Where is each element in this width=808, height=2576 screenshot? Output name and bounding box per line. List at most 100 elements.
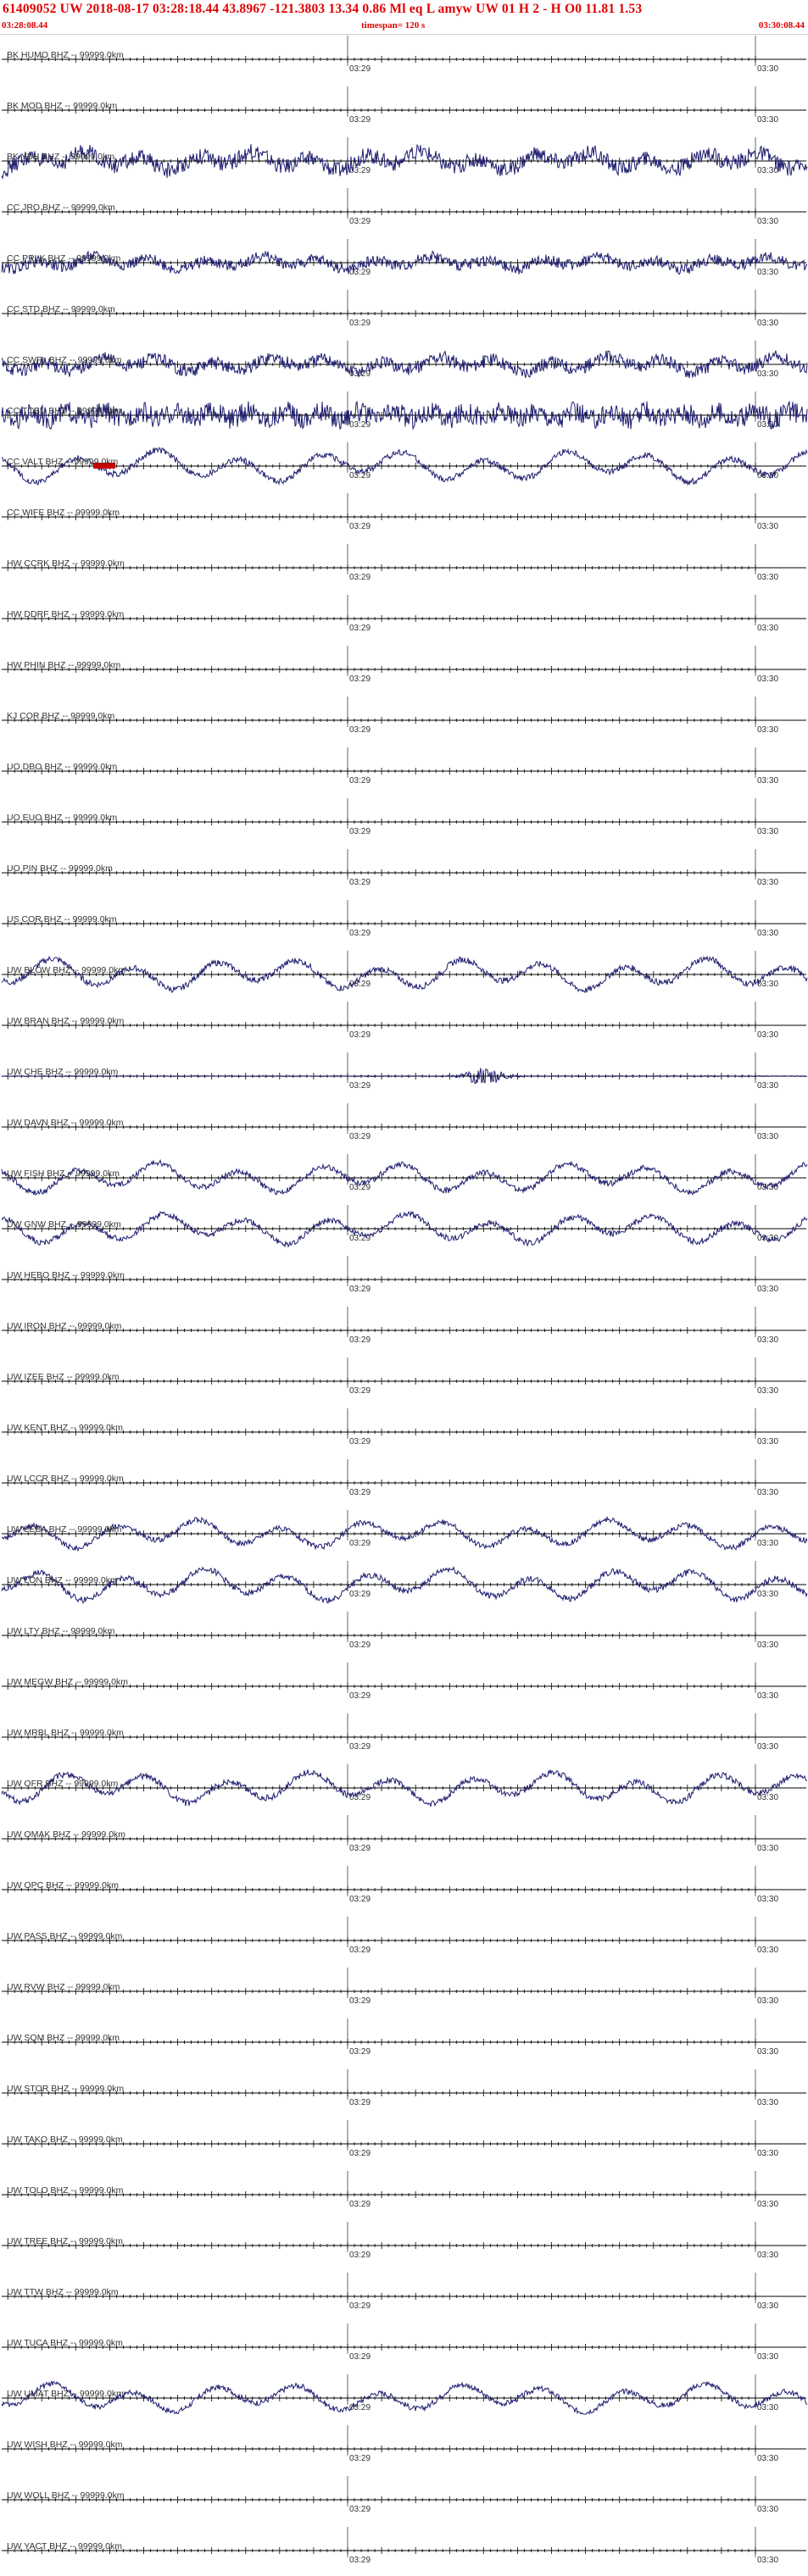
time-tick-label: 03:29	[349, 1742, 371, 1752]
channel-1: 03:29 03:30 BK HUMO BHZ -- 99999.0km	[2, 36, 806, 74]
time-tick-label: 03:30	[757, 268, 778, 277]
channel-label: UO EUO BHZ -- 99999.0km	[7, 813, 117, 823]
time-tick-label: 03:30	[757, 675, 778, 684]
time-tick-label: 03:29	[349, 2098, 371, 2107]
channel-label: UW MEGW BHZ -- 99999.0km	[7, 1677, 128, 1687]
time-tick-label: 03:29	[349, 1895, 371, 1904]
channel-label: UW LTY BHZ -- 99999.0km	[7, 1626, 115, 1636]
channel-17: 03:29 03:30 UO PIN BHZ -- 99999.0km	[2, 849, 806, 887]
time-tick-label: 03:29	[349, 319, 371, 328]
channel-38: 03:29 03:30 UW PASS BHZ -- 99999.0km	[2, 1917, 806, 1955]
channel-label: CC TCBU BHZ -- 99999.0km	[7, 406, 121, 416]
channel-label: UW TTW BHZ -- 99999.0km	[7, 2287, 119, 2297]
channel-label: UO PIN BHZ -- 99999.0km	[7, 863, 113, 874]
time-tick-label: 03:30	[757, 725, 778, 735]
time-tick-label: 03:30	[757, 2505, 778, 2514]
time-tick-label: 03:30	[757, 115, 778, 125]
channel-32: 03:29 03:30 UW LTY BHZ -- 99999.0km	[2, 1612, 806, 1650]
channel-label: CC PRLK BHZ -- 99999.0km	[7, 253, 120, 264]
time-tick-label: 03:29	[349, 1946, 371, 1955]
time-tick-label: 03:30	[757, 1437, 778, 1446]
channel-45: 03:29 03:30 UW TTW BHZ -- 99999.0km	[2, 2273, 806, 2311]
time-tick-label: 03:30	[757, 2200, 778, 2209]
time-tick-label: 03:29	[349, 1996, 371, 2006]
channel-19: 03:29 03:30UW BLOW BHZ -- 99999.0km	[1, 951, 808, 994]
channel-label: UW TREE BHZ -- 99999.0km	[7, 2236, 123, 2246]
time-tick-label: 03:30	[757, 1488, 778, 1497]
time-tick-label: 03:30	[757, 1996, 778, 2006]
time-tick-label: 03:29	[349, 420, 371, 430]
time-tick-label: 03:30	[757, 573, 778, 582]
channel-5: 03:29 03:30 CC PRLK BHZ -- 99999.0km	[1, 239, 808, 277]
channel-46: 03:29 03:30 UW TUCA BHZ -- 99999.0km	[2, 2323, 806, 2362]
channel-49: 03:29 03:30 UW WOLL BHZ -- 99999.0km	[2, 2476, 806, 2514]
time-tick-label: 03:30	[757, 420, 778, 430]
time-tick-label: 03:29	[349, 776, 371, 786]
time-tick-label: 03:29	[349, 1488, 371, 1497]
waveform-trace	[1, 1566, 808, 1604]
event-info-title: 61409052 UW 2018-08-17 03:28:18.44 43.89…	[3, 2, 643, 16]
time-tick-label: 03:29	[349, 522, 371, 531]
time-tick-label: 03:30	[757, 1590, 778, 1599]
channel-6: 03:29 03:30 CC STD BHZ -- 99999.0km	[2, 290, 806, 328]
time-tick-label: 03:30	[757, 1285, 778, 1294]
time-tick-label: 03:29	[349, 573, 371, 582]
channel-label: CC JRO BHZ -- 99999.0km	[7, 203, 115, 213]
time-tick-label: 03:30	[757, 1386, 778, 1396]
time-tick-label: 03:30	[757, 2301, 778, 2311]
time-tick-label: 03:29	[349, 2301, 371, 2311]
time-tick-label: 03:29	[349, 2505, 371, 2514]
channel-37: 03:29 03:30 UW OPC BHZ -- 99999.0km	[2, 1866, 806, 1904]
time-tick-label: 03:29	[349, 2454, 371, 2463]
time-tick-label: 03:30	[757, 2352, 778, 2362]
time-tick-label: 03:29	[349, 1081, 371, 1091]
channel-27: 03:29 03:30 UW IZEE BHZ -- 99999.0km	[2, 1357, 806, 1396]
channel-label: BK MOD BHZ -- 99999.0km	[7, 101, 117, 111]
time-tick-label: 03:30	[757, 624, 778, 633]
time-tick-label: 03:29	[349, 1132, 371, 1141]
channel-label: KJ COR BHZ -- 99999.0km	[7, 711, 114, 721]
channel-23: 03:29 03:30UW FISH BHZ -- 99999.0km	[1, 1154, 808, 1196]
time-tick-label: 03:29	[349, 217, 371, 226]
channel-label: UW DAVN BHZ -- 99999.0km	[7, 1118, 124, 1128]
channel-label: UO DBO BHZ -- 99999.0km	[7, 762, 117, 772]
channel-label: UW FISH BHZ -- 99999.0km	[7, 1169, 120, 1179]
time-tick-label: 03:29	[349, 1386, 371, 1396]
time-tick-label: 03:29	[349, 624, 371, 633]
channel-39: 03:29 03:30 UW RVW BHZ -- 99999.0km	[2, 1968, 806, 2006]
channel-36: 03:29 03:30 UW OMAK BHZ -- 99999.0km	[2, 1815, 806, 1853]
time-tick-label: 03:30	[757, 1895, 778, 1904]
time-tick-label: 03:29	[349, 115, 371, 125]
channel-24: 03:29 03:30UW GNW BHZ -- 99999.0km	[1, 1205, 808, 1248]
channel-9: 03:29 03:30CC VALT BHZ -- 99999.0km	[1, 442, 808, 486]
channel-label: HW DDRF BHZ -- 99999.0km	[7, 609, 125, 619]
time-tick-label: 03:30	[757, 319, 778, 328]
channel-34: 03:29 03:30 UW MRBL BHZ -- 99999.0km	[2, 1713, 806, 1752]
channel-label: UW IZEE BHZ -- 99999.0km	[7, 1372, 120, 1382]
time-tick-label: 03:30	[757, 369, 778, 379]
channel-label: UW GNW BHZ -- 99999.0km	[7, 1219, 121, 1230]
channel-43: 03:29 03:30 UW TOLO BHZ -- 99999.0km	[2, 2171, 806, 2209]
channel-label: UW BLOW BHZ -- 99999.0km	[7, 965, 125, 975]
time-tick-label: 03:29	[349, 471, 371, 480]
channel-label: BK YBH BHZ -- 99999.0km	[7, 152, 114, 162]
channel-label: UW LEBA BHZ -- 99999.0km	[7, 1524, 122, 1535]
channel-50: 03:29 03:30 UW YACT BHZ -- 99999.0km	[2, 2527, 806, 2565]
channel-48: 03:29 03:30 UW WISH BHZ -- 99999.0km	[2, 2425, 806, 2463]
time-tick-label: 03:30	[757, 2454, 778, 2463]
time-tick-label: 03:30	[757, 776, 778, 786]
time-tick-label: 03:29	[349, 2352, 371, 2362]
time-tick-label: 03:30	[757, 878, 778, 887]
channel-12: 03:29 03:30 HW DDRF BHZ -- 99999.0km	[2, 595, 806, 633]
timespan-label: timespan= 120 s	[361, 20, 426, 31]
channel-label: UW OFR BHZ -- 99999.0km	[7, 1779, 119, 1789]
channel-label: UW STOR BHZ -- 99999.0km	[7, 2084, 124, 2094]
channel-label: UW WISH BHZ -- 99999.0km	[7, 2440, 123, 2450]
end-time-label: 03:30:08.44	[758, 20, 805, 31]
channel-label: UW PASS BHZ -- 99999.0km	[7, 1931, 123, 1941]
channel-label: UW SQM BHZ -- 99999.0km	[7, 2033, 120, 2043]
waveform-trace	[1, 1210, 808, 1248]
channel-18: 03:29 03:30 US COR BHZ -- 99999.0km	[2, 900, 806, 938]
channel-label: UW TOLO BHZ -- 99999.0km	[7, 2185, 124, 2196]
event-header: 61409052 UW 2018-08-17 03:28:18.44 43.89…	[0, 0, 808, 35]
